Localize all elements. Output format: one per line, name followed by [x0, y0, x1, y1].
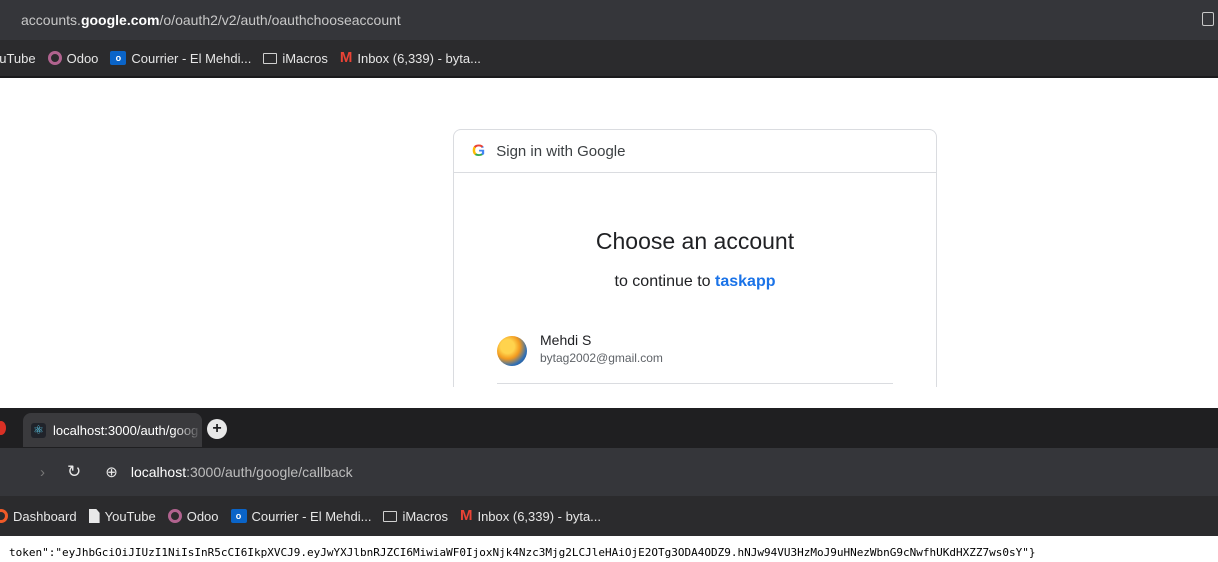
bookmark-label: YouTube — [104, 508, 156, 524]
header-text: Sign in with Google — [496, 142, 626, 160]
bookmark-imacros[interactable]: iMacros — [383, 509, 448, 524]
bookmark-label: Courrier - El Mehdi... — [131, 50, 252, 66]
continue-prefix: to continue to — [614, 273, 716, 290]
continue-subtitle: to continue to taskapp — [454, 273, 936, 291]
bookmark-label: ouTube — [0, 50, 36, 66]
bookmark-youtube[interactable]: ouTube — [0, 51, 36, 66]
bookmark-label: Courrier - El Mehdi... — [251, 508, 372, 524]
window-control-icon[interactable] — [0, 421, 6, 435]
account-email: bytag2002@gmail.com — [540, 351, 663, 365]
bookmark-label: Inbox (6,339) - byta... — [477, 508, 602, 524]
globe-icon[interactable]: ⊕ — [105, 463, 118, 481]
bookmark-label: iMacros — [402, 508, 448, 524]
bookmark-odoo[interactable]: Odoo — [167, 508, 219, 524]
token-response-text: token":"eyJhbGciOiJIUzI1NiIsInR5cCI6IkpX… — [9, 546, 1036, 559]
google-logo-icon: G — [472, 141, 486, 160]
page-title: Choose an account — [595, 228, 795, 254]
bookmark-odoo[interactable]: Odoo — [47, 50, 99, 66]
outlook-icon: o — [110, 51, 127, 65]
outlook-icon: o — [230, 509, 247, 523]
avatar — [497, 336, 527, 366]
bookmark-courrier[interactable]: o Courrier - El Mehdi... — [230, 508, 372, 524]
open-in-icon[interactable] — [1202, 12, 1214, 26]
url-domain: google.com — [80, 12, 160, 28]
bookmark-inbox[interactable]: M Inbox (6,339) - byta... — [339, 49, 481, 66]
bookmark-label: Odoo — [66, 50, 99, 66]
react-icon: ⚛ — [31, 422, 46, 438]
folder-icon — [383, 510, 398, 522]
tab-strip: ⚛ localhost:3000/auth/goog + — [0, 408, 1218, 448]
folder-icon — [263, 52, 278, 64]
tab-localhost[interactable]: ⚛ localhost:3000/auth/goog — [23, 413, 202, 447]
address-bar-bottom[interactable]: localhost:3000/auth/google/callback — [131, 464, 353, 480]
odoo-icon — [167, 509, 182, 523]
odoo-icon — [47, 51, 62, 65]
navigation-bar: › ↻ ⊕ localhost:3000/auth/google/callbac… — [0, 448, 1218, 496]
bookmark-label: Inbox (6,339) - byta... — [357, 50, 481, 66]
url-path: /o/oauth2/v2/auth/oauthchooseaccount — [159, 12, 401, 28]
bookmark-dashboard[interactable]: Dashboard — [0, 509, 77, 524]
bookmark-youtube[interactable]: YouTube — [88, 508, 156, 524]
app-name-link[interactable]: taskapp — [715, 273, 775, 290]
bookmark-label: iMacros — [282, 50, 328, 66]
bookmark-imacros[interactable]: iMacros — [263, 51, 328, 66]
account-name: Mehdi S — [540, 332, 592, 348]
url-prefix: accounts. — [21, 12, 81, 28]
dashboard-icon — [0, 509, 8, 523]
url-domain: localhost — [130, 464, 187, 480]
document-icon — [88, 509, 100, 523]
bookmarks-bar-bottom: Dashboard YouTube Odoo o Courrier - El Me… — [0, 496, 1218, 536]
bookmark-label: Odoo — [186, 508, 219, 524]
account-option[interactable]: Mehdi S bytag2002@gmail.com — [497, 328, 893, 384]
bookmark-courrier[interactable]: o Courrier - El Mehdi... — [110, 51, 251, 66]
bookmark-label: Dashboard — [13, 508, 77, 524]
gmail-icon: M — [339, 49, 353, 66]
url-path: :3000/auth/google/callback — [186, 464, 353, 480]
sign-in-card: G Sign in with Google Choose an account … — [453, 129, 937, 387]
bookmarks-bar-top: ouTube Odoo o Courrier - El Mehdi... iMac… — [0, 40, 1218, 78]
new-tab-button[interactable]: + — [207, 419, 227, 439]
gmail-icon: M — [459, 507, 473, 524]
forward-icon[interactable]: › — [40, 464, 45, 481]
bookmark-inbox[interactable]: M Inbox (6,339) - byta... — [459, 507, 602, 524]
card-header: G Sign in with Google — [454, 130, 936, 173]
reload-icon[interactable]: ↻ — [67, 462, 81, 482]
address-bar-top[interactable]: accounts.google.com/o/oauth2/v2/auth/oau… — [0, 0, 1218, 40]
